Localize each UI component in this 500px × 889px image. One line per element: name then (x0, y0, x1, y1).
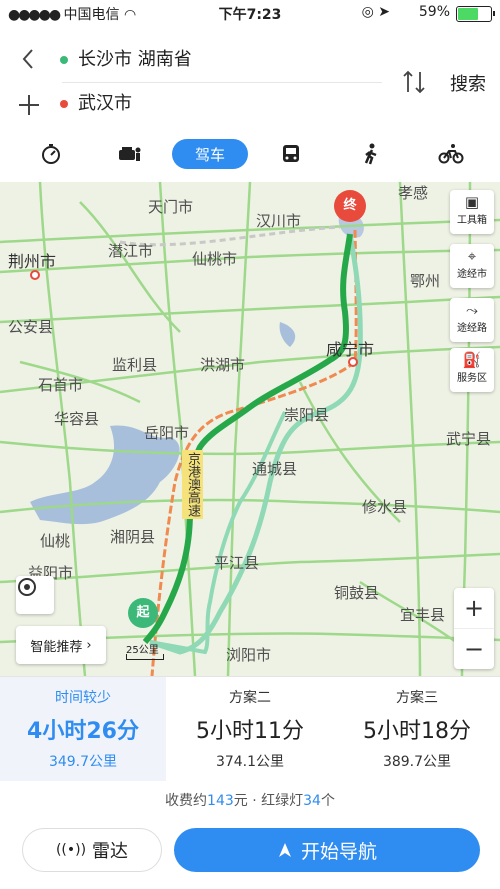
zoom-in-button[interactable]: + (454, 588, 494, 629)
city-label: 天门市 (148, 198, 194, 216)
city-label: 仙桃 (40, 532, 71, 550)
city-label: 洪湖市 (200, 356, 246, 374)
bus-icon[interactable] (276, 139, 306, 169)
destination-dot-icon (60, 100, 68, 108)
timer-icon[interactable] (36, 139, 66, 169)
route-plans: 时间较少 4小时26分 349.7公里 方案二 5小时11分 374.1公里 方… (0, 676, 500, 781)
waypoint-road-button[interactable]: ⤳ 途经路 (450, 298, 494, 342)
back-arrow-icon (22, 49, 33, 69)
navigation-arrow-icon (278, 843, 291, 857)
plan-option-1[interactable]: 时间较少 4小时26分 349.7公里 (0, 677, 166, 781)
lock-rotation-icon: ◎ (361, 4, 374, 20)
map-canvas[interactable] (0, 182, 500, 676)
plan-option-2[interactable]: 方案二 5小时11分 374.1公里 (167, 677, 333, 781)
toolbox-icon: ▣ (464, 193, 480, 211)
city-label: 浏阳市 (226, 646, 272, 664)
origin-field[interactable]: 长沙市 湖南省 (60, 40, 192, 80)
battery-percent: 59% (418, 4, 450, 20)
fee-summary: 收费约143元 · 红绿灯34个 (165, 793, 335, 809)
swap-button[interactable] (400, 68, 428, 96)
city-label: 平江县 (214, 554, 260, 572)
swap-icon (403, 70, 425, 94)
service-area-icon: ⛽ (462, 351, 482, 369)
bike-icon[interactable] (436, 139, 466, 169)
start-pin[interactable]: 起 (128, 598, 158, 628)
back-button[interactable] (14, 44, 44, 74)
start-navigation-button[interactable]: 开始导航 (174, 828, 480, 872)
zoom-control: + − (454, 588, 494, 669)
city-label: 孝感 (398, 184, 429, 202)
wifi-icon: ◠ (124, 7, 137, 23)
tab-drive[interactable]: 驾车 (172, 139, 248, 169)
service-area-button[interactable]: ⛽ 服务区 (450, 348, 494, 392)
location-icon: ⌖ (467, 247, 477, 265)
radar-button[interactable]: ((•)) 雷达 (22, 828, 162, 872)
origin-dot-icon (60, 56, 68, 64)
city-label: 宜丰县 (400, 606, 446, 624)
plus-icon (19, 95, 39, 115)
status-bar: 下午7:23 ●●●●● 中国电信 ◠ ◎ ➤ 59% (0, 0, 500, 26)
city-label: 武宁县 (446, 430, 492, 448)
waypoint-city-button[interactable]: ⌖ 途经市 (450, 244, 494, 288)
city-label: 崇阳县 (284, 406, 330, 424)
city-label: 荆州市 (8, 252, 57, 271)
end-pin[interactable]: 终 (334, 190, 366, 222)
city-label: 公安县 (8, 318, 54, 336)
city-label: 修水县 (362, 498, 408, 516)
city-label: 华容县 (54, 410, 100, 428)
city-label: 仙桃市 (192, 250, 238, 268)
scale-bar (126, 654, 164, 660)
destination-field[interactable]: 武汉市 (60, 84, 132, 124)
signal-icon: ●●●●● (8, 7, 61, 23)
locate-icon (18, 578, 36, 596)
walk-icon[interactable] (356, 139, 386, 169)
chevron-right-icon: › (86, 637, 92, 653)
route-divider (62, 82, 382, 83)
toolbox-button[interactable]: ▣ 工具箱 (450, 190, 494, 234)
zoom-out-button[interactable]: − (454, 629, 494, 669)
map-view[interactable]: 荆州市 天门市 汉川市 潜江市 仙桃市 孝感 公安县 监利县 洪湖市 咸宁市 石… (0, 182, 500, 676)
city-label: 岳阳市 (144, 424, 190, 442)
radar-icon: ((•)) (55, 842, 87, 858)
transport-mode-tabs: 驾车 (0, 135, 500, 175)
smart-recommend-button[interactable]: 智能推荐 › (16, 626, 106, 664)
city-label: 铜鼓县 (334, 584, 380, 602)
highway-label: 京港澳高速 (182, 450, 203, 519)
city-label: 汉川市 (256, 212, 302, 230)
road-network (0, 182, 500, 676)
city-label: 鄂州 (410, 272, 441, 290)
add-waypoint-button[interactable] (14, 90, 44, 120)
city-dot-icon (30, 270, 40, 280)
route-icon: ⤳ (465, 301, 478, 319)
city-label: 潜江市 (108, 242, 154, 260)
taxi-icon[interactable] (114, 139, 144, 169)
status-icons: ◎ ➤ (362, 4, 390, 20)
battery-icon (456, 6, 495, 22)
city-label: 咸宁市 (326, 340, 375, 359)
city-label: 石首市 (38, 376, 84, 394)
plan-option-3[interactable]: 方案三 5小时18分 389.7公里 (334, 677, 500, 781)
location-arrow-icon: ➤ (378, 4, 390, 20)
city-label: 监利县 (112, 356, 158, 374)
carrier-name: ●●●●● 中国电信 ◠ (8, 7, 137, 23)
locate-button[interactable] (16, 576, 54, 614)
search-button[interactable]: 搜索 (450, 70, 486, 96)
city-label: 湘阴县 (110, 528, 156, 546)
city-label: 通城县 (252, 460, 298, 478)
